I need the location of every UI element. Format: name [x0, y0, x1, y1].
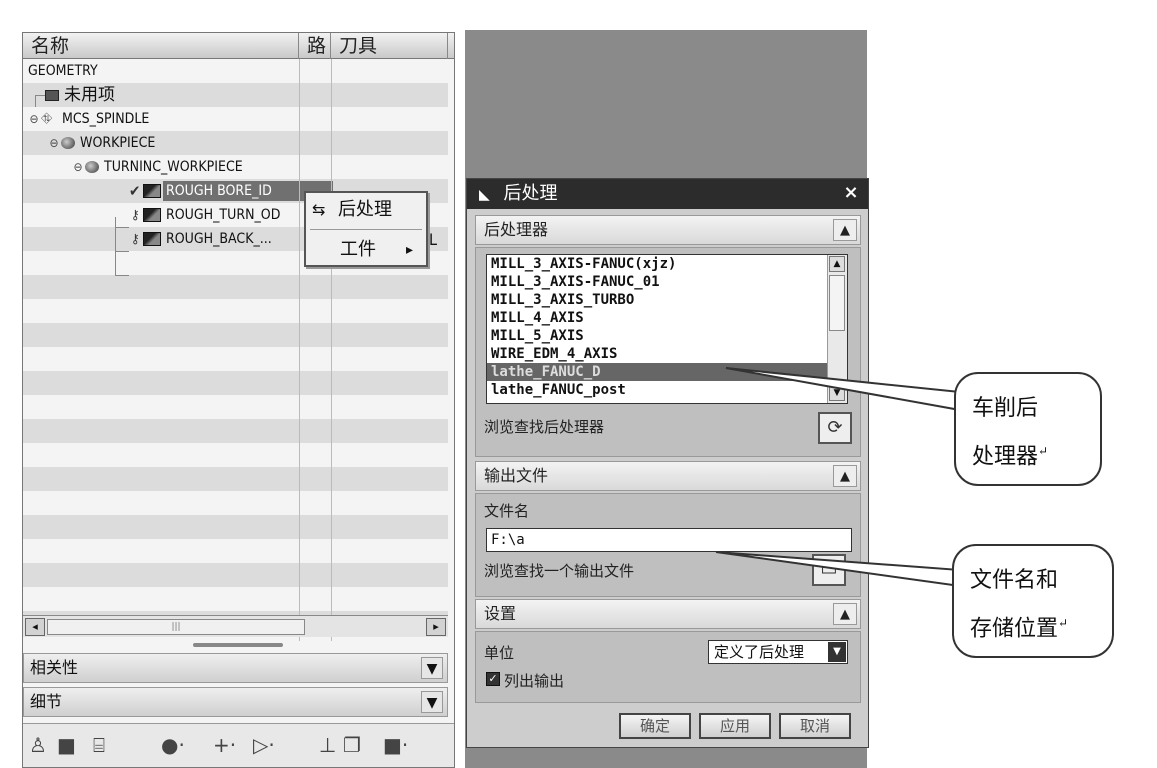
callout-leader-filename — [715, 551, 961, 588]
callout-postprocessor: 车削后 处理器↵ — [954, 372, 1102, 486]
callout-filename: 文件名和 存储位置↵ — [952, 544, 1114, 658]
callout-leader-postprocessor — [725, 367, 961, 412]
